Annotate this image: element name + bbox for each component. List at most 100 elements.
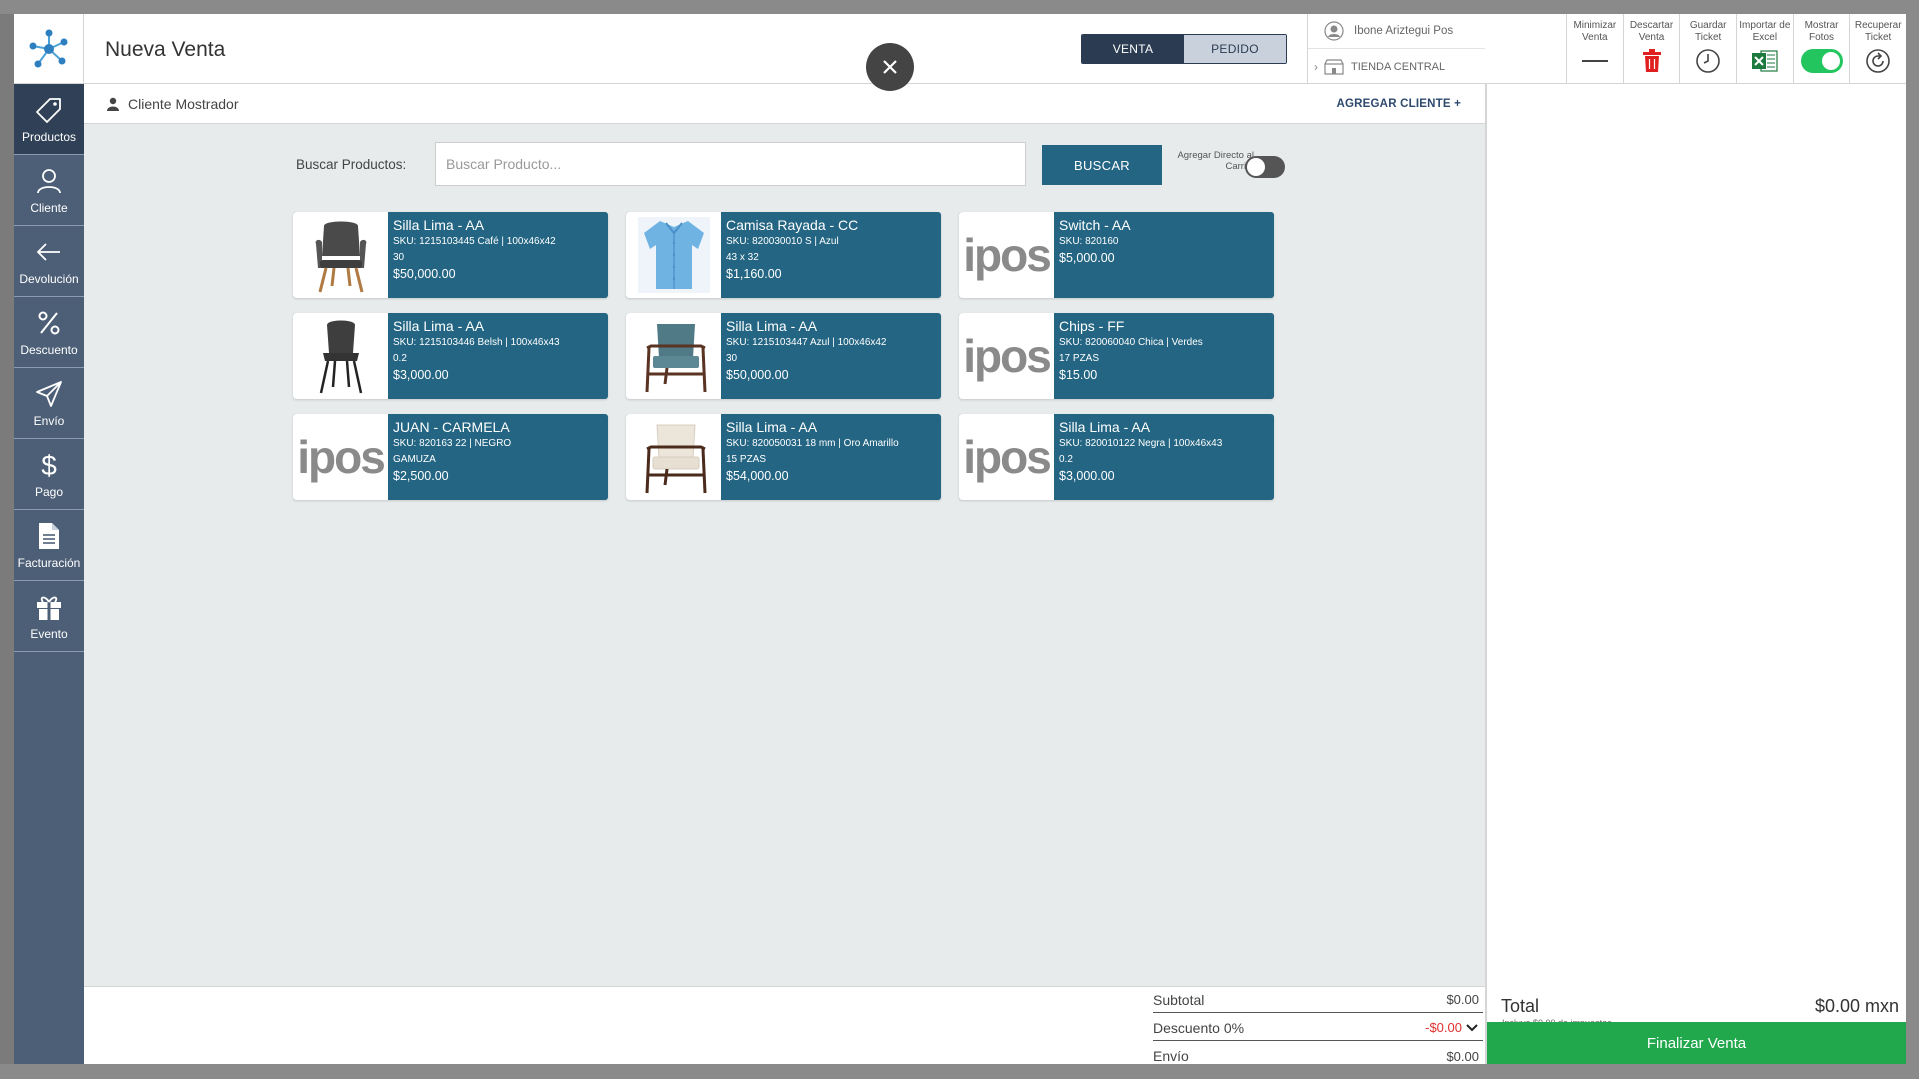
sidebar-item-productos[interactable]: Productos	[14, 84, 84, 155]
discard-sale-button[interactable]: Descartar Venta	[1622, 14, 1680, 84]
total-value: $0.00 mxn	[1814, 996, 1899, 1016]
add-client-button[interactable]: AGREGAR CLIENTE +	[1337, 98, 1461, 110]
discount-value-group: -$0.00	[1425, 1020, 1479, 1035]
product-sku: SKU: 1215103447 Azul | 100x46x42	[726, 337, 887, 348]
sidebar-item-descuento[interactable]: Descuento	[14, 297, 84, 368]
finalize-sale-button[interactable]: Finalizar Venta	[1487, 1022, 1906, 1064]
sidebar-item-facturacion[interactable]: Facturación	[14, 510, 84, 581]
mode-switch: VENTA PEDIDO	[1081, 34, 1287, 64]
pos-app: Productos Cliente Devolución Descuento E…	[14, 14, 1906, 1064]
product-sku: SKU: 820160	[1059, 236, 1119, 247]
product-name: Silla Lima - AA	[393, 217, 485, 233]
product-detail: 30	[393, 252, 405, 263]
sidebar-item-label: Facturación	[17, 555, 81, 570]
send-icon	[34, 379, 64, 409]
product-card[interactable]: Silla Lima - AA SKU: 1215103445 Café | 1…	[293, 212, 608, 298]
product-sku: SKU: 820163 22 | NEGRO	[393, 438, 512, 449]
ipos-logo-image: ipos	[959, 414, 1054, 500]
client-name: Cliente Mostrador	[128, 96, 239, 112]
add-direct-label: Agregar Directo al Carrito	[1177, 150, 1254, 172]
close-icon	[883, 60, 897, 74]
sidebar-item-label: Descuento	[20, 342, 78, 357]
sidebar-item-label: Productos	[21, 129, 77, 144]
mode-sale-button[interactable]: VENTA	[1082, 35, 1184, 63]
mode-order-button[interactable]: PEDIDO	[1184, 35, 1286, 63]
tool-label: Recuperar Ticket	[1854, 20, 1902, 43]
shipping-value: $0.00	[1446, 1048, 1479, 1064]
product-card[interactable]: Camisa Rayada - CC SKU: 820030010 S | Az…	[626, 212, 941, 298]
armchair-teal-image	[626, 313, 721, 399]
window-top-strip	[0, 0, 1919, 14]
discount-value: -$0.00	[1425, 1020, 1462, 1035]
product-card[interactable]: ipos Silla Lima - AA SKU: 820010122 Negr…	[959, 414, 1274, 500]
product-price: $5,000.00	[1059, 251, 1115, 265]
sidebar-item-evento[interactable]: Evento	[14, 581, 84, 652]
product-info: Camisa Rayada - CC SKU: 820030010 S | Az…	[726, 217, 937, 283]
search-input[interactable]	[435, 142, 1026, 186]
page-title: Nueva Venta	[105, 38, 226, 61]
close-sale-button[interactable]	[866, 43, 914, 91]
product-name: Silla Lima - AA	[726, 419, 818, 435]
cart-panel	[1485, 84, 1906, 1064]
product-price: $54,000.00	[726, 469, 789, 483]
tag-icon	[34, 95, 64, 125]
ipos-logo-image: ipos	[293, 414, 388, 500]
show-photos-toggle[interactable]: Mostrar Fotos	[1792, 14, 1850, 84]
tool-label: Mostrar Fotos	[1804, 20, 1839, 43]
product-card[interactable]: ipos Chips - FF SKU: 820060040 Chica | V…	[959, 313, 1274, 399]
total-row: Total $0.00 mxn	[1501, 996, 1899, 1017]
svg-text:$: $	[41, 450, 57, 480]
product-name: Silla Lima - AA	[726, 318, 818, 334]
sidebar-item-devolucion[interactable]: Devolución	[14, 226, 84, 297]
product-card[interactable]: ipos JUAN - CARMELA SKU: 820163 22 | NEG…	[293, 414, 608, 500]
product-name: Switch - AA	[1059, 217, 1131, 233]
product-detail: 43 x 32	[726, 252, 759, 263]
add-direct-toggle[interactable]	[1245, 156, 1285, 178]
sidebar-item-cliente[interactable]: Cliente	[14, 155, 84, 226]
product-card[interactable]: Silla Lima - AA SKU: 820050031 18 mm | O…	[626, 414, 941, 500]
client-bar: Cliente Mostrador AGREGAR CLIENTE +	[84, 84, 1485, 124]
ipos-logo-text: ipos	[297, 431, 386, 483]
sidebar-item-pago[interactable]: $ Pago	[14, 439, 84, 510]
import-excel-button[interactable]: Importar de Excel	[1736, 14, 1793, 84]
summary-bar: Subtotal $0.00 Descuento 0% -$0.00 Envío…	[84, 986, 1485, 1064]
ipos-logo-text: ipos	[963, 431, 1052, 483]
recover-ticket-button[interactable]: Recuperar Ticket	[1849, 14, 1906, 84]
sidebar-item-envio[interactable]: Envío	[14, 368, 84, 439]
subtotal-value: $0.00	[1446, 992, 1479, 1007]
product-sku: SKU: 820050031 18 mm | Oro Amarillo	[726, 438, 899, 449]
store-row[interactable]: › TIENDA CENTRAL	[1308, 49, 1485, 84]
product-sku: SKU: 820030010 S | Azul	[726, 236, 839, 247]
app-logo[interactable]	[14, 14, 84, 84]
shipping-label: Envío	[1153, 1048, 1189, 1064]
product-price: $3,000.00	[1059, 469, 1115, 483]
refresh-icon	[1865, 46, 1891, 76]
product-price: $50,000.00	[393, 267, 456, 281]
discount-row[interactable]: Descuento 0% -$0.00	[1153, 1015, 1483, 1041]
product-sku: SKU: 1215103445 Café | 100x46x42	[393, 236, 556, 247]
product-detail: GAMUZA	[393, 454, 436, 465]
window-right-strip	[1906, 0, 1919, 1079]
user-icon	[107, 97, 119, 111]
product-price: $3,000.00	[393, 368, 449, 382]
product-card[interactable]: Silla Lima - AA SKU: 1215103447 Azul | 1…	[626, 313, 941, 399]
product-card[interactable]: Silla Lima - AA SKU: 1215103446 Belsh | …	[293, 313, 608, 399]
product-detail: 15 PZAS	[726, 454, 767, 465]
toolbar: Minimizar Venta Descartar Venta Guardar …	[1566, 14, 1906, 84]
client-selector[interactable]: Cliente Mostrador	[106, 96, 239, 112]
product-sku: SKU: 820060040 Chica | Verdes	[1059, 337, 1203, 348]
excel-icon	[1751, 46, 1778, 76]
arrow-left-icon	[34, 237, 64, 267]
store-name: TIENDA CENTRAL	[1351, 60, 1446, 73]
product-info: Chips - FF SKU: 820060040 Chica | Verdes…	[1059, 318, 1270, 384]
user-avatar-icon	[1324, 21, 1344, 41]
user-row[interactable]: Ibone Ariztegui Pos	[1308, 14, 1485, 49]
product-card[interactable]: ipos Switch - AA SKU: 820160 $5,000.00	[959, 212, 1274, 298]
clock-icon	[1695, 46, 1721, 76]
search-button[interactable]: BUSCAR	[1042, 145, 1162, 185]
product-info: JUAN - CARMELA SKU: 820163 22 | NEGRO GA…	[393, 419, 604, 485]
save-ticket-button[interactable]: Guardar Ticket	[1679, 14, 1736, 84]
product-info: Silla Lima - AA SKU: 820050031 18 mm | O…	[726, 419, 937, 485]
armchair-cream-image	[626, 414, 721, 500]
minimize-sale-button[interactable]: Minimizar Venta	[1566, 14, 1623, 84]
